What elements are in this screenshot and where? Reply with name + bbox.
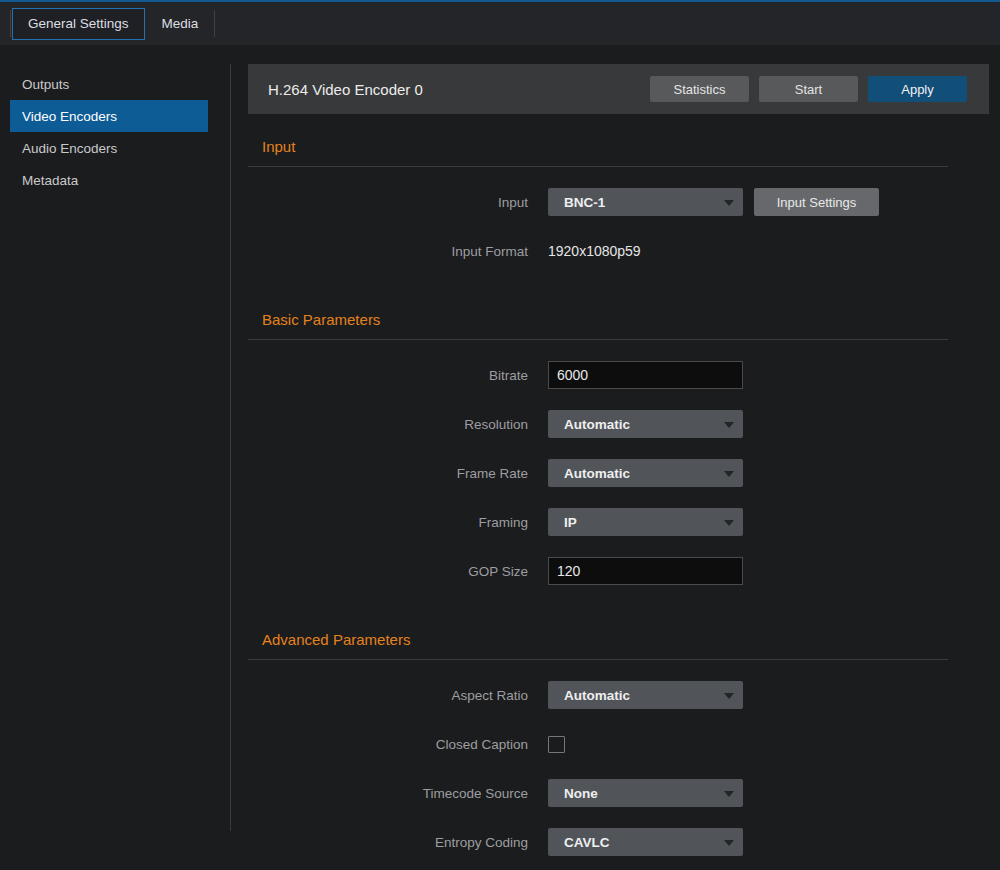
bitrate-input[interactable] — [548, 361, 743, 389]
bitrate-label: Bitrate — [248, 368, 548, 383]
framing-dropdown-value: IP — [564, 515, 577, 530]
input-format-label: Input Format — [248, 244, 548, 259]
chevron-down-icon — [724, 200, 734, 206]
chevron-down-icon — [724, 422, 734, 428]
field-row-timecode-source: Timecode Source None — [248, 779, 948, 807]
top-tab-bar: General Settings Media — [0, 0, 1000, 45]
tab-separator — [214, 10, 215, 37]
resolution-label: Resolution — [248, 417, 548, 432]
frame-rate-label: Frame Rate — [248, 466, 548, 481]
resolution-dropdown[interactable]: Automatic — [548, 410, 743, 438]
statistics-button[interactable]: Statistics — [650, 76, 749, 102]
entropy-coding-dropdown-value: CAVLC — [564, 835, 610, 850]
field-row-gop-size: GOP Size — [248, 557, 948, 585]
page-title: H.264 Video Encoder 0 — [268, 81, 640, 98]
input-format-value: 1920x1080p59 — [548, 243, 641, 259]
field-row-entropy-coding: Entropy Coding CAVLC — [248, 828, 948, 856]
chevron-down-icon — [724, 791, 734, 797]
chevron-down-icon — [724, 520, 734, 526]
section-heading-basic-parameters: Basic Parameters — [248, 310, 948, 340]
field-row-aspect-ratio: Aspect Ratio Automatic — [248, 681, 948, 709]
tab-media[interactable]: Media — [147, 8, 214, 40]
field-row-bitrate: Bitrate — [248, 361, 948, 389]
sidebar-item-metadata[interactable]: Metadata — [10, 164, 208, 196]
field-row-resolution: Resolution Automatic — [248, 410, 948, 438]
sidebar-item-outputs[interactable]: Outputs — [10, 68, 208, 100]
aspect-ratio-label: Aspect Ratio — [248, 688, 548, 703]
field-row-input-format: Input Format 1920x1080p59 — [248, 237, 948, 265]
timecode-source-label: Timecode Source — [248, 786, 548, 801]
entropy-coding-label: Entropy Coding — [248, 835, 548, 850]
sidebar-divider — [230, 64, 231, 831]
timecode-source-dropdown-value: None — [564, 786, 598, 801]
section-basic-parameters: Basic Parameters Bitrate Resolution Auto… — [248, 310, 948, 606]
panel-header: H.264 Video Encoder 0 Statistics Start A… — [248, 64, 989, 114]
closed-caption-label: Closed Caption — [248, 737, 548, 752]
field-row-input: Input BNC-1 Input Settings — [248, 188, 948, 216]
sidebar-item-video-encoders[interactable]: Video Encoders — [10, 100, 208, 132]
input-label: Input — [248, 195, 548, 210]
gop-size-input[interactable] — [548, 557, 743, 585]
start-button[interactable]: Start — [759, 76, 858, 102]
framing-label: Framing — [248, 515, 548, 530]
entropy-coding-dropdown[interactable]: CAVLC — [548, 828, 743, 856]
section-heading-input: Input — [248, 137, 948, 167]
field-row-frame-rate: Frame Rate Automatic — [248, 459, 948, 487]
frame-rate-dropdown[interactable]: Automatic — [548, 459, 743, 487]
aspect-ratio-dropdown-value: Automatic — [564, 688, 630, 703]
input-settings-button[interactable]: Input Settings — [754, 188, 879, 216]
input-dropdown[interactable]: BNC-1 — [548, 188, 743, 216]
frame-rate-dropdown-value: Automatic — [564, 466, 630, 481]
closed-caption-checkbox[interactable] — [548, 736, 565, 753]
timecode-source-dropdown[interactable]: None — [548, 779, 743, 807]
gop-size-label: GOP Size — [248, 564, 548, 579]
resolution-dropdown-value: Automatic — [564, 417, 630, 432]
field-row-framing: Framing IP — [248, 508, 948, 536]
chevron-down-icon — [724, 693, 734, 699]
chevron-down-icon — [724, 471, 734, 477]
aspect-ratio-dropdown[interactable]: Automatic — [548, 681, 743, 709]
apply-button[interactable]: Apply — [868, 76, 967, 102]
chevron-down-icon — [724, 840, 734, 846]
section-advanced-parameters: Advanced Parameters Aspect Ratio Automat… — [248, 630, 948, 870]
field-row-closed-caption: Closed Caption — [248, 730, 948, 758]
tab-separator — [10, 10, 11, 37]
tab-general-settings[interactable]: General Settings — [12, 8, 145, 40]
sidebar-item-audio-encoders[interactable]: Audio Encoders — [10, 132, 208, 164]
sidebar: Outputs Video Encoders Audio Encoders Me… — [0, 45, 230, 870]
section-input: Input Input BNC-1 Input Settings Input F… — [248, 137, 948, 286]
main-panel: H.264 Video Encoder 0 Statistics Start A… — [230, 45, 1000, 870]
framing-dropdown[interactable]: IP — [548, 508, 743, 536]
input-dropdown-value: BNC-1 — [564, 195, 605, 210]
section-heading-advanced-parameters: Advanced Parameters — [248, 630, 948, 660]
